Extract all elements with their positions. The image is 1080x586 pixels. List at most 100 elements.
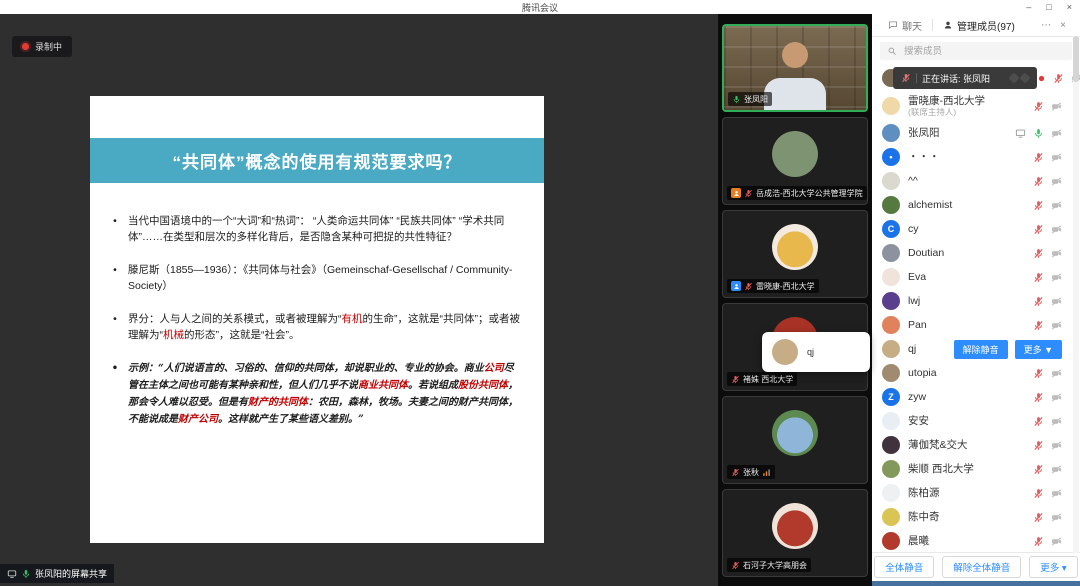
recording-dot-icon[interactable]: [1037, 74, 1046, 83]
unmute-member-button[interactable]: 解除静音: [954, 340, 1008, 359]
mic-muted-icon[interactable]: [1033, 392, 1044, 403]
tab-chat[interactable]: 聊天: [878, 14, 932, 36]
avatar: [772, 131, 818, 177]
mic-muted-icon[interactable]: [1033, 416, 1044, 427]
member-row[interactable]: Ccy: [872, 217, 1072, 241]
mic-muted-icon[interactable]: [1033, 152, 1044, 163]
camera-off-icon[interactable]: [1051, 512, 1062, 523]
member-row[interactable]: Eva: [872, 265, 1072, 289]
camera-off-icon[interactable]: [1051, 248, 1062, 259]
footer-more-button[interactable]: 更多 ▾: [1029, 556, 1077, 578]
member-row[interactable]: •・・・: [872, 145, 1072, 169]
member-name: alchemist: [908, 199, 1025, 212]
mic-muted-icon[interactable]: [1033, 440, 1044, 451]
member-row[interactable]: 晨曦: [872, 529, 1072, 552]
member-row[interactable]: lwj: [872, 289, 1072, 313]
close-button[interactable]: ×: [1067, 3, 1072, 12]
camera-off-icon[interactable]: [1051, 296, 1062, 307]
member-name: 柴顺 西北大学: [908, 463, 1025, 476]
mic-muted-icon[interactable]: [1033, 536, 1044, 547]
member-name: Doutian: [908, 247, 1025, 260]
camera-off-icon[interactable]: [1051, 440, 1062, 451]
mic-muted-icon[interactable]: [1033, 488, 1044, 499]
member-row[interactable]: Pan: [872, 313, 1072, 337]
mic-muted-icon[interactable]: [1033, 101, 1044, 112]
mic-muted-icon[interactable]: [1033, 512, 1044, 523]
search-input[interactable]: [902, 45, 1065, 58]
tab-manage-members[interactable]: 管理成员(97): [933, 14, 1025, 36]
mic-muted-icon[interactable]: [1033, 296, 1044, 307]
avatar: Z: [882, 388, 900, 406]
member-search[interactable]: [880, 42, 1072, 60]
mic-muted-icon[interactable]: [1033, 272, 1044, 283]
tile-name-label: 张凤阳: [728, 92, 772, 106]
avatar: [882, 484, 900, 502]
camera-off-icon[interactable]: [1051, 101, 1062, 112]
camera-off-icon[interactable]: [1051, 416, 1062, 427]
mic-muted-icon[interactable]: [1033, 320, 1044, 331]
maximize-button[interactable]: □: [1046, 3, 1051, 12]
member-row[interactable]: utopia: [872, 361, 1072, 385]
mic-muted-icon[interactable]: [1033, 464, 1044, 475]
member-role: (联席主持人): [908, 107, 1025, 117]
scrollbar-thumb[interactable]: [1073, 36, 1079, 82]
scrollbar[interactable]: [1073, 36, 1079, 553]
recording-indicator[interactable]: 录制中: [12, 36, 72, 57]
avatar: [882, 532, 900, 550]
member-row[interactable]: Zzyw: [872, 385, 1072, 409]
mic-muted-icon: [901, 73, 911, 83]
minimize-button[interactable]: –: [1026, 3, 1031, 12]
camera-off-icon[interactable]: [1051, 176, 1062, 187]
participant-name: 雷晓康-西北大学: [756, 281, 815, 292]
camera-off-icon[interactable]: [1051, 368, 1062, 379]
member-row[interactable]: ^^: [872, 169, 1072, 193]
mic-muted-icon[interactable]: [1033, 176, 1044, 187]
camera-off-icon[interactable]: [1051, 488, 1062, 499]
member-more-button[interactable]: 更多 ▼: [1015, 340, 1062, 359]
camera-off-icon[interactable]: [1051, 320, 1062, 331]
camera-off-icon[interactable]: [1051, 536, 1062, 547]
member-row[interactable]: 张凤阳: [872, 121, 1072, 145]
mic-muted-icon[interactable]: [1053, 73, 1064, 84]
member-row[interactable]: 雷晓康-西北大学(联席主持人): [872, 91, 1072, 121]
mic-muted-icon[interactable]: [1033, 248, 1044, 259]
mic-muted-icon[interactable]: [1033, 224, 1044, 235]
member-name: Pan: [908, 319, 1025, 332]
taskbar-strip: [872, 581, 1080, 586]
member-row[interactable]: 柴顺 西北大学: [872, 457, 1072, 481]
mic-muted-icon[interactable]: [1033, 368, 1044, 379]
camera-off-icon[interactable]: [1051, 464, 1062, 475]
video-tile[interactable]: 张秋: [722, 396, 868, 484]
mic-muted-icon[interactable]: [1033, 200, 1044, 211]
unmute-all-button[interactable]: 解除全体静音: [942, 556, 1021, 578]
video-tile[interactable]: 雷晓康-西北大学: [722, 210, 868, 298]
video-tile[interactable]: 石河子大学高朋会: [722, 489, 868, 577]
member-row[interactable]: 安安: [872, 409, 1072, 433]
member-row[interactable]: qj解除静音更多 ▼: [872, 337, 1072, 361]
member-row[interactable]: 陈柏源: [872, 481, 1072, 505]
camera-off-icon[interactable]: [1051, 128, 1062, 139]
participant-name: 张秋: [743, 467, 759, 478]
panel-close-button[interactable]: ×: [1060, 20, 1066, 31]
member-row[interactable]: 薄伽梵&交大: [872, 433, 1072, 457]
member-row[interactable]: alchemist: [872, 193, 1072, 217]
camera-off-icon[interactable]: [1051, 392, 1062, 403]
member-row[interactable]: Doutian: [872, 241, 1072, 265]
camera-off-icon[interactable]: [1051, 152, 1062, 163]
avatar: [882, 316, 900, 334]
member-name: 雷晓康-西北大学: [908, 95, 1025, 108]
tile-name-label: 石河子大学高朋会: [727, 558, 811, 572]
screen-share-icon[interactable]: [1015, 128, 1026, 139]
camera-off-icon[interactable]: [1051, 200, 1062, 211]
panel-more-button[interactable]: ⋯: [1041, 20, 1051, 31]
mic-active-icon[interactable]: [1033, 128, 1044, 139]
screen-icon: [7, 569, 17, 579]
app-title: 腾讯会议: [522, 1, 558, 14]
camera-off-icon[interactable]: [1051, 272, 1062, 283]
video-tile[interactable]: 岳成浩-西北大学公共管理学院: [722, 117, 868, 205]
video-tile[interactable]: 张凤阳: [722, 24, 868, 112]
network-signal-icon: [762, 468, 771, 477]
member-row[interactable]: 陈中奇: [872, 505, 1072, 529]
mute-all-button[interactable]: 全体静音: [874, 556, 934, 578]
camera-off-icon[interactable]: [1051, 224, 1062, 235]
